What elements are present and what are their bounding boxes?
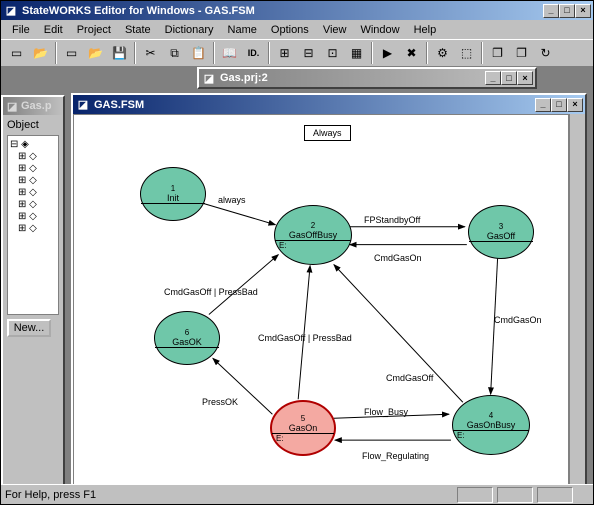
state-init[interactable]: 1Init: [140, 167, 206, 221]
toolbar: ▭📂▭📂💾✂⧉📋📖ID.⊞⊟⊡▦▶✖⚙⬚❐❐↻: [1, 39, 593, 67]
project-window[interactable]: ◪ Gas.prj:2 _ □ ×: [197, 67, 537, 89]
menu-file[interactable]: File: [5, 22, 37, 38]
transition-label[interactable]: PressOK: [202, 397, 238, 407]
new-button[interactable]: New...: [7, 319, 51, 337]
project-icon: ◪: [201, 71, 217, 85]
status-cell: [537, 487, 573, 503]
tree-item[interactable]: ⊞ ◇: [10, 187, 56, 198]
toolbar-dict-button[interactable]: 📖: [218, 42, 241, 64]
menu-options[interactable]: Options: [264, 22, 316, 38]
fsm-maximize-button[interactable]: □: [551, 98, 567, 112]
transition-label[interactable]: Flow_Regulating: [362, 451, 429, 461]
vertical-scrollbar[interactable]: [569, 114, 585, 484]
prj-minimize-button[interactable]: _: [485, 71, 501, 85]
transition-label[interactable]: CmdGasOn: [494, 315, 542, 325]
status-cell: [457, 487, 493, 503]
menu-edit[interactable]: Edit: [37, 22, 70, 38]
side-panel-title[interactable]: ◪ Gas.p: [3, 97, 63, 115]
toolbar-layout2-button[interactable]: ⊟: [297, 42, 320, 64]
mdi-client-area: ◪ Gas.p Object ⊟ ◈ ⊞ ◇ ⊞ ◇ ⊞ ◇ ⊞ ◇ ⊞ ◇ ⊞…: [1, 67, 593, 484]
toolbar-opt2-button[interactable]: ⬚: [455, 42, 478, 64]
tree-item[interactable]: ⊞ ◇: [10, 211, 56, 222]
toolbar-file-new-button[interactable]: ▭: [60, 42, 83, 64]
fsm-window-title: GAS.FSM: [94, 99, 535, 111]
tree-item[interactable]: ⊞ ◇: [10, 175, 56, 186]
toolbar-file-open-button[interactable]: 📂: [84, 42, 107, 64]
state-gason[interactable]: 5GasOnE:: [270, 400, 336, 456]
app-titlebar[interactable]: ◪ StateWORKS Editor for Windows - GAS.FS…: [1, 1, 593, 20]
toolbar-win2-button[interactable]: ❐: [510, 42, 533, 64]
toolbar-cut-button[interactable]: ✂: [139, 42, 162, 64]
state-gasonbusy[interactable]: 4GasOnBusyE:: [452, 395, 530, 455]
toolbar-layout1-button[interactable]: ⊞: [273, 42, 296, 64]
menu-name[interactable]: Name: [221, 22, 264, 38]
fsm-window: ◪ GAS.FSM _ □ ×: [71, 93, 587, 484]
resize-grip[interactable]: [573, 487, 589, 503]
object-label: Object: [7, 119, 59, 131]
menubar: File Edit Project State Dictionary Name …: [1, 20, 593, 39]
menu-state[interactable]: State: [118, 22, 158, 38]
tree-item[interactable]: ⊞ ◇: [10, 223, 56, 234]
fsm-icon: ◪: [75, 98, 91, 112]
tree-item[interactable]: ⊞ ◇: [10, 151, 56, 162]
menu-view[interactable]: View: [316, 22, 354, 38]
fsm-canvas[interactable]: Always 1Init 2GasOffBusyE: 3GasOff 4GasOnBu…: [73, 114, 569, 484]
state-gasoff[interactable]: 3GasOff: [468, 205, 534, 259]
toolbar-proj-new-button[interactable]: ▭: [5, 42, 28, 64]
status-message: For Help, press F1: [5, 489, 453, 501]
status-cell: [497, 487, 533, 503]
toolbar-win1-button[interactable]: ❐: [486, 42, 509, 64]
menu-help[interactable]: Help: [407, 22, 444, 38]
transition-label[interactable]: CmdGasOff: [386, 373, 433, 383]
transition-label[interactable]: always: [218, 195, 246, 205]
app-title: StateWORKS Editor for Windows - GAS.FSM: [22, 5, 543, 17]
transition-label[interactable]: CmdGasOff | PressBad: [258, 333, 352, 343]
app-minimize-button[interactable]: _: [543, 4, 559, 18]
prj-maximize-button[interactable]: □: [501, 71, 517, 85]
transition-label[interactable]: Flow_Busy: [364, 407, 408, 417]
tree-item[interactable]: ⊞ ◇: [10, 199, 56, 210]
project-window-titlebar[interactable]: ◪ Gas.prj:2 _ □ ×: [199, 69, 535, 87]
toolbar-layout4-button[interactable]: ▦: [345, 42, 368, 64]
object-tree[interactable]: ⊟ ◈ ⊞ ◇ ⊞ ◇ ⊞ ◇ ⊞ ◇ ⊞ ◇ ⊞ ◇ ⊞ ◇: [7, 135, 59, 315]
tree-root[interactable]: ⊟ ◈: [10, 139, 56, 150]
menu-window[interactable]: Window: [353, 22, 406, 38]
prj-close-button[interactable]: ×: [517, 71, 533, 85]
toolbar-opt1-button[interactable]: ⚙: [431, 42, 454, 64]
app-maximize-button[interactable]: □: [559, 4, 575, 18]
transition-label[interactable]: CmdGasOff | PressBad: [164, 287, 258, 297]
project-window-title: Gas.prj:2: [220, 72, 485, 84]
app-close-button[interactable]: ×: [575, 4, 591, 18]
always-condition-box[interactable]: Always: [304, 125, 351, 141]
toolbar-layout3-button[interactable]: ⊡: [321, 42, 344, 64]
toolbar-run-button[interactable]: ▶: [376, 42, 399, 64]
app-icon: ◪: [3, 4, 19, 18]
transition-label[interactable]: FPStandbyOff: [364, 215, 420, 225]
fsm-titlebar[interactable]: ◪ GAS.FSM _ □ ×: [73, 95, 585, 114]
transition-label[interactable]: CmdGasOn: [374, 253, 422, 263]
project-side-panel: ◪ Gas.p Object ⊟ ◈ ⊞ ◇ ⊞ ◇ ⊞ ◇ ⊞ ◇ ⊞ ◇ ⊞…: [1, 95, 65, 484]
toolbar-copy-button[interactable]: ⧉: [163, 42, 186, 64]
state-gasoffbusy[interactable]: 2GasOffBusyE:: [274, 205, 352, 265]
statusbar: For Help, press F1: [1, 484, 593, 504]
toolbar-paste-button[interactable]: 📋: [187, 42, 210, 64]
menu-project[interactable]: Project: [70, 22, 118, 38]
toolbar-file-save-button[interactable]: 💾: [108, 42, 131, 64]
fsm-minimize-button[interactable]: _: [535, 98, 551, 112]
fsm-close-button[interactable]: ×: [567, 98, 583, 112]
main-window: ◪ StateWORKS Editor for Windows - GAS.FS…: [0, 0, 594, 505]
tree-item[interactable]: ⊞ ◇: [10, 163, 56, 174]
toolbar-proj-open-button[interactable]: 📂: [29, 42, 52, 64]
toolbar-stop-button[interactable]: ✖: [400, 42, 423, 64]
menu-dictionary[interactable]: Dictionary: [158, 22, 221, 38]
state-gasok[interactable]: 6GasOK: [154, 311, 220, 365]
toolbar-id-button[interactable]: ID.: [242, 42, 265, 64]
toolbar-refresh-button[interactable]: ↻: [534, 42, 557, 64]
